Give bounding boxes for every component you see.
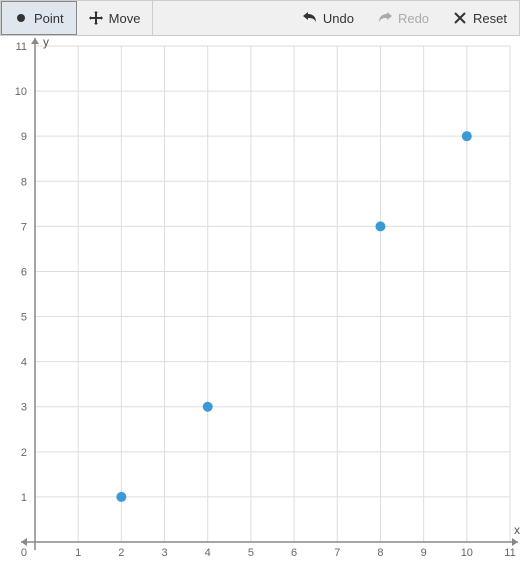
y-tick-label: 8	[21, 176, 27, 188]
data-point[interactable]	[462, 131, 472, 141]
undo-label: Undo	[323, 11, 354, 26]
chart-area[interactable]: 123456789101112345678910110xy	[0, 36, 520, 562]
move-label: Move	[109, 11, 141, 26]
move-button[interactable]: Move	[77, 1, 154, 35]
x-tick-label: 5	[248, 547, 254, 559]
scatter-chart: 123456789101112345678910110xy	[0, 36, 520, 562]
y-tick-label: 1	[21, 492, 27, 504]
y-tick-label: 6	[21, 266, 27, 278]
move-icon	[89, 11, 103, 25]
y-tick-label: 7	[21, 221, 27, 233]
close-icon	[453, 11, 467, 25]
x-tick-label: 7	[334, 547, 340, 559]
x-tick-label: 3	[161, 547, 167, 559]
redo-icon	[378, 11, 392, 25]
x-tick-label: 11	[504, 547, 515, 559]
point-button[interactable]: Point	[1, 1, 77, 35]
y-tick-label: 10	[15, 86, 27, 98]
redo-label: Redo	[398, 11, 429, 26]
data-point[interactable]	[203, 402, 213, 412]
toolbar: Point Move Undo Redo Reset	[0, 0, 520, 36]
point-icon	[14, 11, 28, 25]
x-tick-label: 1	[75, 547, 81, 559]
x-tick-label: 8	[377, 547, 383, 559]
undo-icon	[303, 11, 317, 25]
reset-button[interactable]: Reset	[441, 1, 519, 35]
x-tick-label: 10	[461, 547, 473, 559]
reset-label: Reset	[473, 11, 507, 26]
toolbar-spacer	[153, 1, 290, 35]
x-tick-label: 4	[205, 547, 211, 559]
origin-label: 0	[21, 547, 27, 559]
y-tick-label: 9	[21, 131, 27, 143]
y-tick-label: 4	[21, 357, 27, 369]
y-tick-label: 5	[21, 312, 27, 324]
y-tick-label: 11	[16, 41, 27, 53]
x-axis-label: x	[514, 523, 520, 537]
y-tick-label: 2	[21, 447, 27, 459]
x-tick-label: 9	[421, 547, 427, 559]
y-axis-label: y	[43, 36, 49, 49]
redo-button[interactable]: Redo	[366, 1, 441, 35]
x-tick-label: 2	[118, 547, 124, 559]
x-tick-label: 6	[291, 547, 297, 559]
data-point[interactable]	[116, 492, 126, 502]
y-tick-label: 3	[21, 402, 27, 414]
data-point[interactable]	[375, 221, 385, 231]
undo-button[interactable]: Undo	[291, 1, 366, 35]
point-label: Point	[34, 11, 64, 26]
